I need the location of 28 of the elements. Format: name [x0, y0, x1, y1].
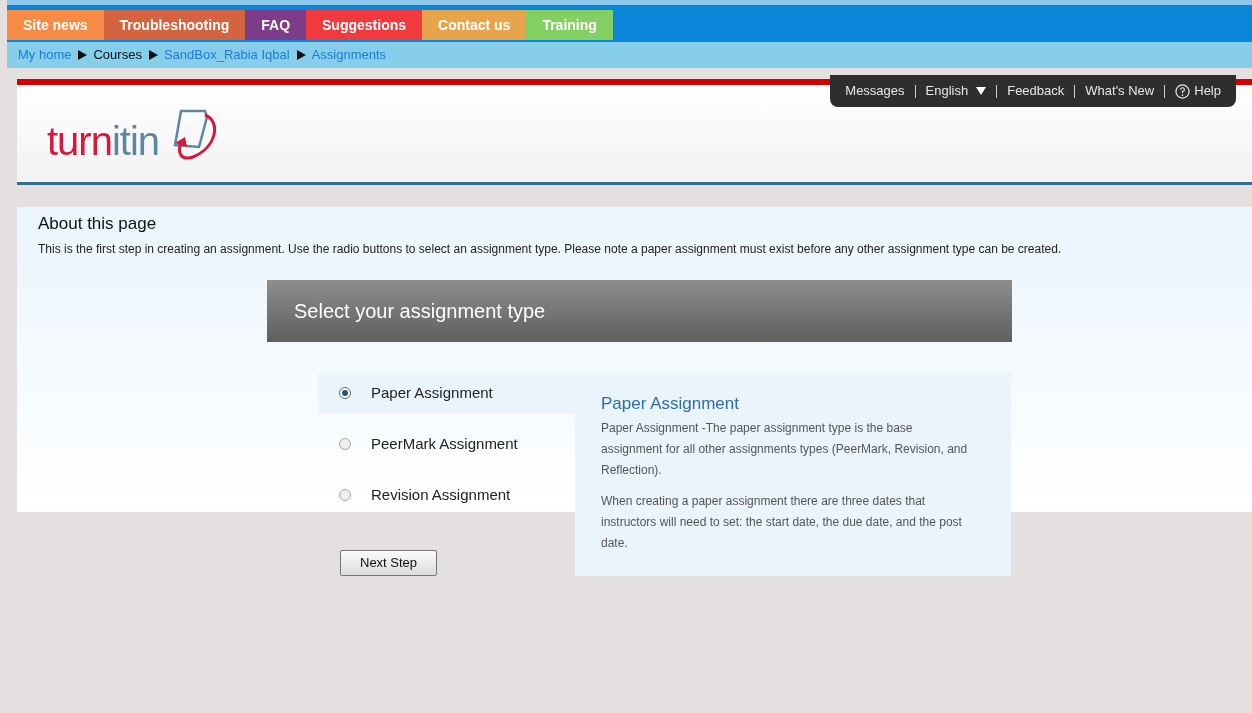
option-row[interactable]: PeerMark Assignment: [318, 423, 575, 465]
nav-tab[interactable]: FAQ: [245, 10, 307, 40]
language-dropdown[interactable]: English: [925, 81, 987, 101]
breadcrumb-text: Courses: [93, 46, 142, 65]
about-title: About this page: [38, 213, 158, 235]
radio-button[interactable]: [339, 387, 351, 399]
help-icon: [1175, 83, 1191, 99]
separator-icon: [295, 50, 306, 60]
separator-icon: [147, 50, 158, 60]
section-header: Select your assignment type: [267, 279, 1012, 342]
nav-tab[interactable]: Suggestions: [306, 10, 423, 40]
radio-button[interactable]: [339, 489, 351, 501]
option-row[interactable]: Paper Assignment: [318, 372, 575, 414]
info-title: Paper Assignment: [601, 392, 740, 415]
nav-tab[interactable]: Troubleshooting: [103, 10, 246, 40]
info-text: When creating a paper assignment there are three dates that instructors will need to set: the start date, the due date, and the post date.: [601, 493, 963, 552]
turnitin-logo: turnitin: [47, 106, 222, 161]
option-row[interactable]: Revision Assignment: [318, 474, 575, 516]
header-link[interactable]: What's New: [1085, 81, 1155, 101]
caret-icon: [976, 87, 987, 95]
header-link[interactable]: Messages: [845, 81, 905, 101]
help-link[interactable]: Help: [1175, 81, 1221, 101]
about-text: This is the first step in creating an assignment. Use the radio buttons to select an assignment type. Please note a paper assignment must exist before any other assignment type can be created.: [38, 240, 1063, 258]
header-link[interactable]: Feedback: [1007, 81, 1065, 101]
separator-icon: [77, 50, 88, 60]
radio-button[interactable]: [339, 438, 351, 450]
info-text: Paper Assignment -The paper assignment type is the base assignment for all other assignments types (PeerMark, Revision, and Reflection).: [601, 420, 969, 479]
next-step-button[interactable]: Next Step: [340, 550, 438, 576]
